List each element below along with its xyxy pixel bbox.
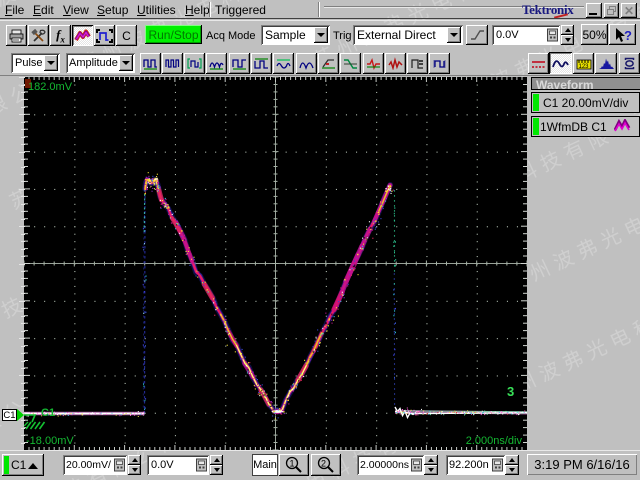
svg-text:1: 1 <box>290 459 295 469</box>
svg-text:-18.00mV: -18.00mV <box>26 435 74 447</box>
svg-text:C1: C1 <box>41 407 55 419</box>
svg-text:2.000ns/div: 2.000ns/div <box>466 435 523 447</box>
svg-text:2: 2 <box>321 459 326 469</box>
svg-text:3: 3 <box>507 384 514 399</box>
svg-text:?: ? <box>624 28 632 43</box>
svg-text:123: 123 <box>578 64 589 70</box>
svg-text:182.0mV: 182.0mV <box>28 81 73 93</box>
